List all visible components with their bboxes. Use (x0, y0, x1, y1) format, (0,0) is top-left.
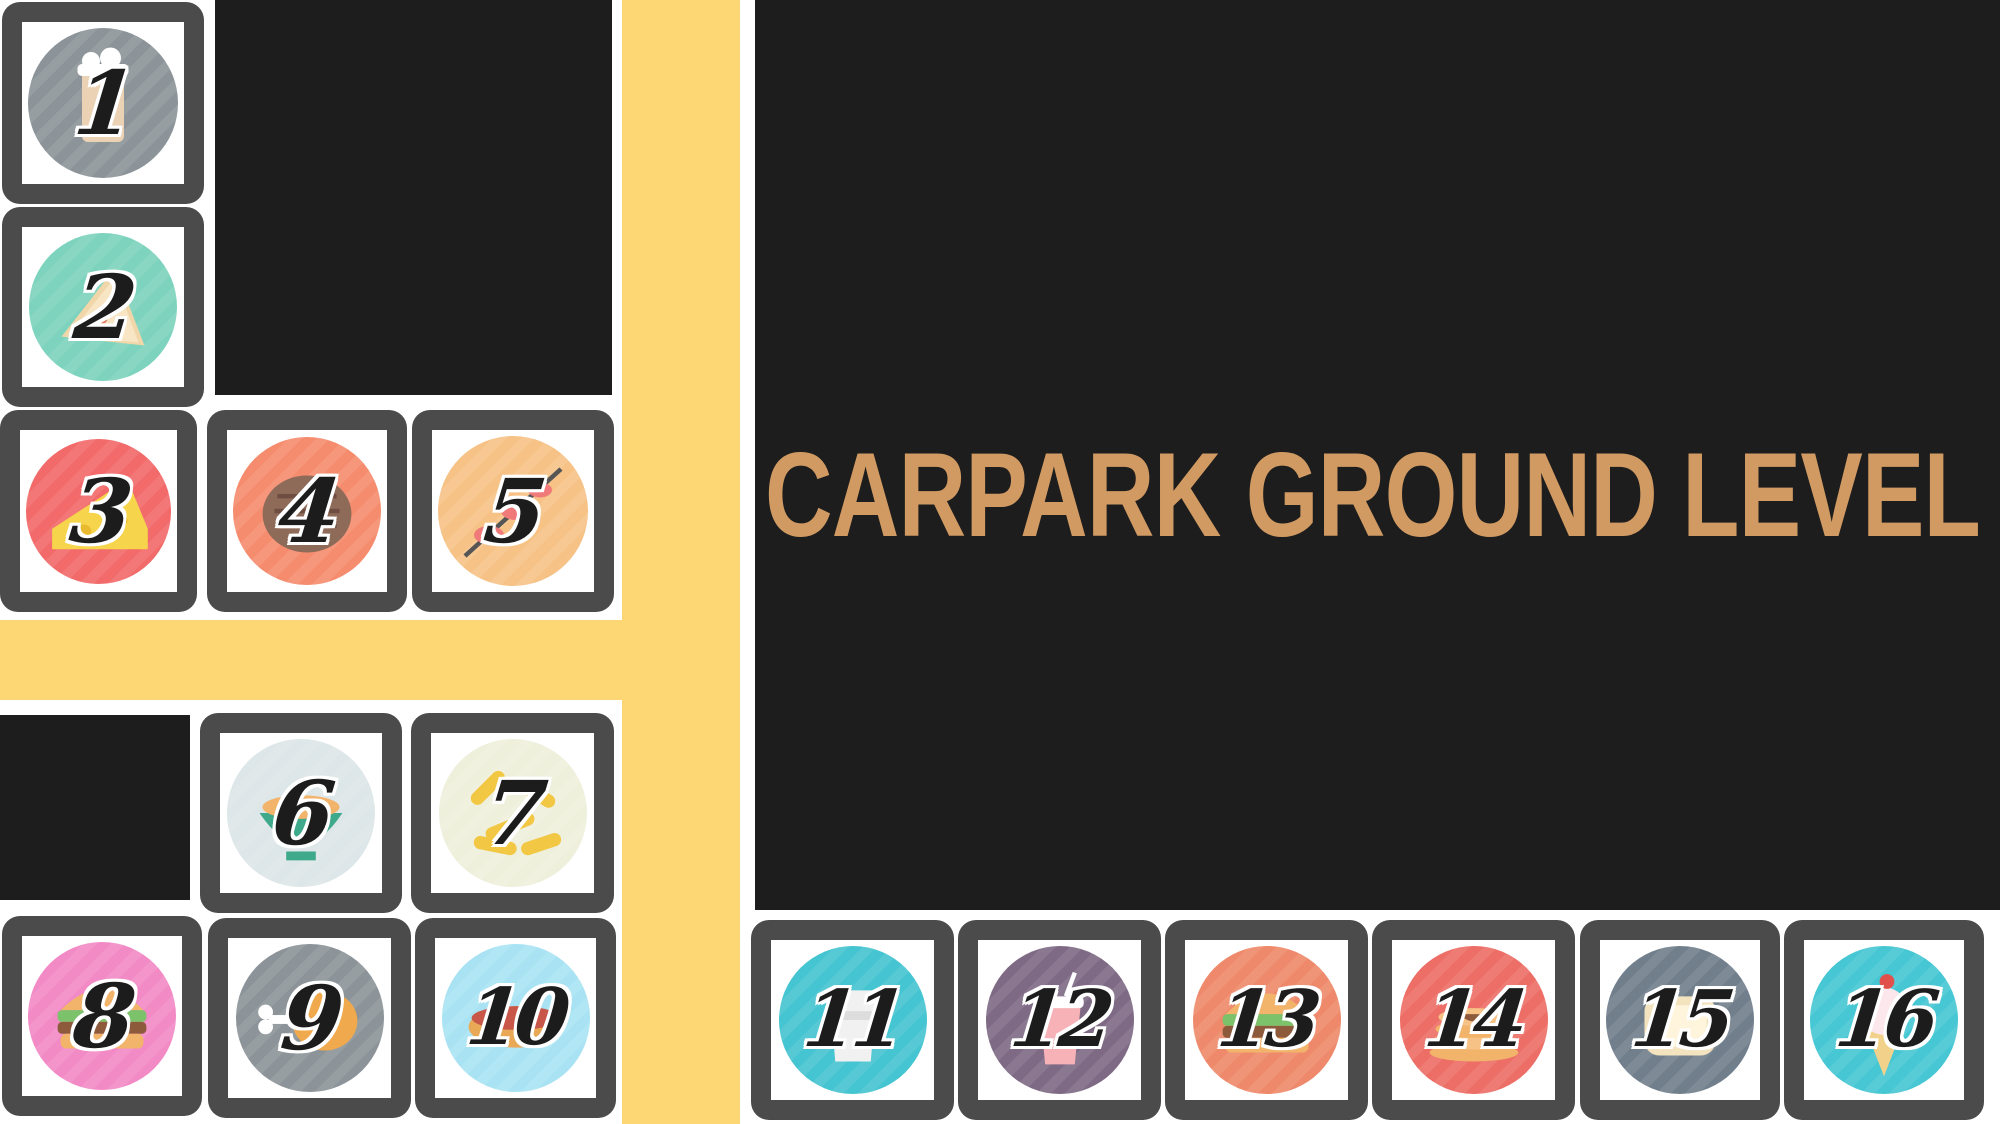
stall-2[interactable]: 2 (2, 207, 204, 407)
stall-5[interactable]: 5 (412, 410, 614, 612)
stall-card: 6 (220, 733, 382, 893)
cheese-icon: 3 (26, 438, 171, 584)
stall-card: 13 (1185, 940, 1348, 1100)
stall-number: 8 (68, 964, 136, 1068)
stall-11[interactable]: 11 (751, 920, 954, 1120)
milkshake-icon: 12 (985, 946, 1134, 1094)
skewer-icon: 5 (438, 436, 588, 586)
stall-number: 12 (1006, 974, 1113, 1065)
steak-icon: 4 (233, 437, 381, 585)
block-top-left (215, 0, 612, 395)
block-small-left (0, 715, 190, 900)
stall-number: 3 (65, 459, 132, 563)
stall-16[interactable]: 16 (1784, 920, 1984, 1120)
ice-cream-icon: 16 (1810, 946, 1958, 1094)
stall-10[interactable]: 10 (415, 918, 616, 1118)
stall-number: 7 (479, 761, 546, 865)
stall-6[interactable]: 6 (200, 713, 402, 913)
stall-7[interactable]: 7 (411, 713, 614, 913)
stall-card: 14 (1392, 940, 1555, 1100)
pancakes-icon: 14 (1399, 946, 1548, 1094)
stall-card: 5 (432, 430, 594, 592)
stall-3[interactable]: 3 (0, 410, 197, 612)
drumstick-icon: 9 (235, 944, 384, 1092)
hotdog-icon: 10 (441, 944, 590, 1092)
fries-icon: 7 (438, 739, 587, 887)
stall-number: 9 (276, 966, 343, 1070)
stall-number: 13 (1213, 974, 1320, 1065)
stall-card: 3 (20, 430, 177, 592)
stall-number: 2 (69, 255, 137, 359)
stall-number: 10 (462, 972, 569, 1063)
stall-number: 14 (1420, 974, 1527, 1065)
drink-glass-icon: 11 (778, 946, 927, 1094)
stall-number: 6 (267, 761, 335, 865)
stall-card: 12 (978, 940, 1141, 1100)
burger-icon: 13 (1192, 946, 1341, 1094)
stall-9[interactable]: 9 (208, 918, 411, 1118)
page-title: CARPARK GROUND LEVEL (764, 428, 1981, 562)
stall-card: 7 (431, 733, 594, 893)
stall-14[interactable]: 14 (1372, 920, 1575, 1120)
stall-number: 11 (799, 974, 906, 1065)
stall-13[interactable]: 13 (1165, 920, 1368, 1120)
road-vertical (622, 0, 740, 1124)
sandwich-icon: 2 (29, 233, 177, 381)
stall-card: 10 (435, 938, 596, 1098)
stall-1[interactable]: 1 (2, 2, 204, 204)
stall-8[interactable]: 8 (2, 916, 202, 1116)
burger-icon: 8 (28, 942, 176, 1090)
stall-card: 16 (1804, 940, 1964, 1100)
stall-card: 15 (1600, 940, 1760, 1100)
stall-number: 16 (1830, 974, 1938, 1065)
stall-number: 5 (479, 459, 547, 563)
stall-card: 8 (22, 936, 182, 1096)
stall-15[interactable]: 15 (1580, 920, 1780, 1120)
stall-number: 4 (273, 459, 341, 563)
coffee-cup-icon: 1 (28, 28, 178, 178)
stall-number: 1 (69, 51, 137, 155)
noodle-bowl-icon: 6 (227, 739, 375, 887)
toast-icon: 15 (1606, 946, 1754, 1094)
stall-card: 11 (771, 940, 934, 1100)
stall-number: 15 (1626, 974, 1734, 1065)
stall-card: 9 (228, 938, 391, 1098)
stall-card: 2 (22, 227, 184, 387)
stall-4[interactable]: 4 (207, 410, 407, 612)
stall-card: 1 (22, 22, 184, 184)
stall-card: 4 (227, 430, 387, 592)
stall-12[interactable]: 12 (958, 920, 1161, 1120)
